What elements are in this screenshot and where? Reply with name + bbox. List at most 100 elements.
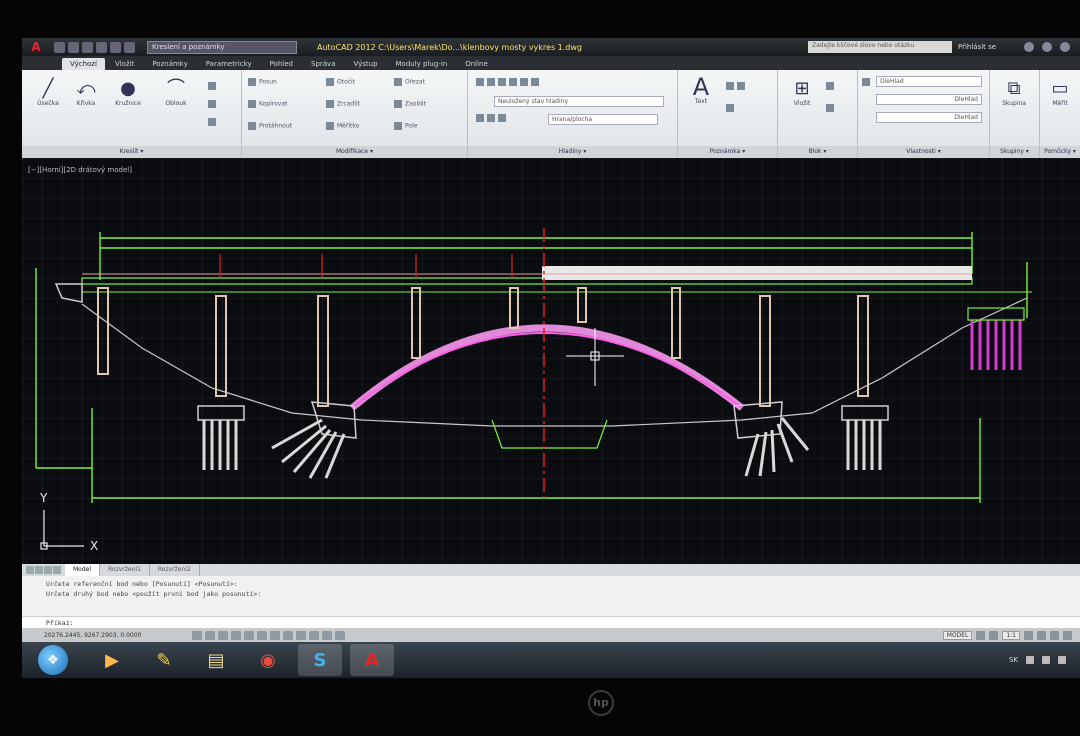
network-icon[interactable]: [1042, 656, 1050, 664]
new-file-icon[interactable]: [54, 41, 65, 53]
start-button[interactable]: ❖: [38, 645, 68, 675]
tab-plugins[interactable]: Moduly plug-in: [388, 58, 456, 70]
print-icon[interactable]: [110, 41, 121, 53]
lineweight-icon[interactable]: [322, 630, 332, 640]
group-tool[interactable]: ⧉ Skupina: [994, 78, 1034, 107]
polyline-tool[interactable]: ⤺ Křivka: [68, 78, 104, 107]
next-layout-icon[interactable]: [44, 566, 52, 574]
utilities-panel-label[interactable]: Pomůcky ▾: [1040, 146, 1080, 158]
language-indicator[interactable]: SK: [1009, 656, 1018, 664]
paint-icon[interactable]: ✎: [142, 644, 186, 676]
help-icon[interactable]: [1042, 42, 1052, 52]
dimension-tool[interactable]: [726, 82, 748, 90]
skype-icon[interactable]: S: [298, 644, 342, 676]
groups-panel-label[interactable]: Skupiny ▾: [990, 146, 1039, 158]
insert-block-tool[interactable]: ⊞ Vložit: [784, 78, 820, 107]
measure-tool[interactable]: ▭ Měřit: [1042, 78, 1078, 107]
snap-mode-icon[interactable]: [205, 630, 215, 640]
linetype-dropdown[interactable]: DleHlad: [876, 112, 982, 123]
tab-layout2[interactable]: Rozvržení2: [150, 564, 200, 576]
command-input[interactable]: Příkaz:: [22, 616, 1080, 628]
autocad-logo-icon[interactable]: A: [22, 38, 50, 56]
trim-tool[interactable]: Ořezat: [394, 78, 425, 86]
draw-panel-label[interactable]: Kreslit ▾: [22, 146, 241, 158]
layer-properties-tool[interactable]: [476, 78, 542, 86]
volume-icon[interactable]: [1058, 656, 1066, 664]
dynamic-input-icon[interactable]: [309, 630, 319, 640]
tab-parametric[interactable]: Parametricky: [198, 58, 260, 70]
arc-tool[interactable]: ⌒ Oblouk: [158, 78, 194, 107]
hatch-tool[interactable]: [208, 100, 219, 108]
autocad-icon[interactable]: A: [350, 644, 394, 676]
lock-icon[interactable]: [1050, 630, 1059, 640]
dynamic-ucs-icon[interactable]: [296, 630, 306, 640]
infer-constraints-icon[interactable]: [192, 630, 202, 640]
lineweight-dropdown[interactable]: DleHlad: [876, 94, 982, 105]
table-tool[interactable]: [726, 104, 737, 112]
annotation-panel-label[interactable]: Poznámka ▾: [678, 146, 777, 158]
tab-layout1[interactable]: Rozvržení1: [100, 564, 150, 576]
media-player-icon[interactable]: ▶: [90, 644, 134, 676]
create-block-tool[interactable]: [826, 82, 837, 90]
annotation-scale-button[interactable]: 1:1: [1002, 630, 1020, 640]
workspace-dropdown[interactable]: Kreslení a poznámky: [147, 40, 297, 54]
layer-toggles[interactable]: [476, 114, 509, 122]
stretch-tool[interactable]: Protáhnout: [248, 122, 292, 130]
quick-view-drawings-icon[interactable]: [989, 630, 999, 640]
match-properties-tool[interactable]: [862, 78, 873, 86]
tray-arrow-icon[interactable]: [1026, 656, 1034, 664]
tab-manage[interactable]: Správa: [303, 58, 344, 70]
search-input[interactable]: Zadejte klíčové slovo nebo otázku: [808, 41, 952, 53]
prev-layout-icon[interactable]: [35, 566, 43, 574]
model-space-button[interactable]: MODEL: [942, 630, 973, 640]
exchange-icon[interactable]: [1024, 42, 1034, 52]
tab-output[interactable]: Výstup: [346, 58, 386, 70]
array-tool[interactable]: Pole: [394, 122, 417, 130]
save-as-icon[interactable]: [96, 41, 107, 53]
scale-tool[interactable]: Měřítko: [326, 122, 359, 130]
first-layout-icon[interactable]: [26, 566, 34, 574]
gradient-tool[interactable]: [208, 118, 219, 126]
last-layout-icon[interactable]: [53, 566, 61, 574]
layer-state-dropdown[interactable]: Neuložený stav hladiny: [494, 96, 664, 107]
ortho-mode-icon[interactable]: [231, 630, 241, 640]
modify-panel-label[interactable]: Modifikace ▾: [242, 146, 467, 158]
tab-online[interactable]: Online: [457, 58, 496, 70]
transparency-icon[interactable]: [335, 630, 345, 640]
explorer-icon[interactable]: ▤: [194, 644, 238, 676]
tab-annotate[interactable]: Poznámky: [144, 58, 195, 70]
clean-screen-icon[interactable]: [1063, 630, 1072, 640]
color-dropdown[interactable]: DleHlad: [876, 76, 982, 87]
save-icon[interactable]: [82, 41, 93, 53]
mirror-tool[interactable]: Zrcadlit: [326, 100, 360, 108]
properties-panel-label[interactable]: Vlastnosti ▾: [858, 146, 989, 158]
sign-in-button[interactable]: Přihlásit se: [958, 43, 1018, 51]
move-tool[interactable]: Posun: [248, 78, 277, 86]
undo-icon[interactable]: [124, 41, 135, 53]
grid-display-icon[interactable]: [218, 630, 228, 640]
chrome-icon[interactable]: ◉: [246, 644, 290, 676]
rotate-tool[interactable]: Otočit: [326, 78, 355, 86]
drawing-viewport[interactable]: [−][Horní][2D drátový model] Y X: [22, 158, 1080, 564]
text-tool[interactable]: A Text: [684, 75, 718, 105]
object-snap-tracking-icon[interactable]: [283, 630, 293, 640]
layer-dropdown[interactable]: Hrana/plocha: [548, 114, 658, 125]
tab-model[interactable]: Model: [65, 564, 101, 576]
block-panel-label[interactable]: Blok ▾: [778, 146, 857, 158]
object-snap-icon[interactable]: [257, 630, 267, 640]
workspace-switching-icon[interactable]: [1037, 630, 1046, 640]
edit-block-tool[interactable]: [826, 104, 837, 112]
quick-view-layouts-icon[interactable]: [976, 630, 986, 640]
polar-tracking-icon[interactable]: [244, 630, 254, 640]
tab-view[interactable]: Pohled: [262, 58, 301, 70]
tab-insert[interactable]: Vložit: [107, 58, 142, 70]
3d-osnap-icon[interactable]: [270, 630, 280, 640]
open-file-icon[interactable]: [68, 41, 79, 53]
circle-tool[interactable]: ● Kružnice: [108, 78, 148, 107]
line-tool[interactable]: ╱ Úsečka: [30, 78, 66, 107]
tab-home[interactable]: Výchozí: [62, 58, 105, 70]
fillet-tool[interactable]: Zaoblit: [394, 100, 426, 108]
copy-tool[interactable]: Kopírovat: [248, 100, 287, 108]
layers-panel-label[interactable]: Hladiny ▾: [468, 146, 677, 158]
annotation-visibility-icon[interactable]: [1024, 630, 1033, 640]
